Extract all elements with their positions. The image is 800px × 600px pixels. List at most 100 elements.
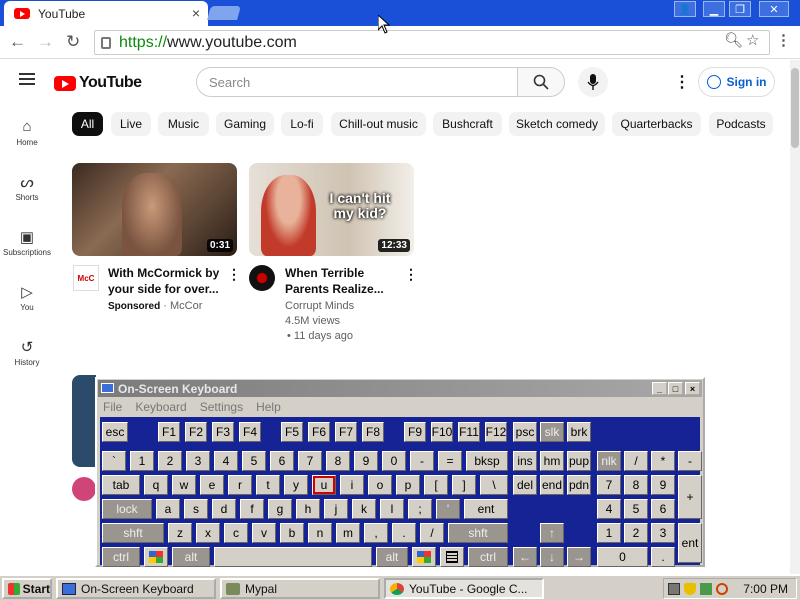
microphone-icon[interactable]	[578, 67, 608, 97]
key-r[interactable]: r	[228, 475, 252, 495]
key-s[interactable]: s	[184, 499, 208, 519]
key-right-windows[interactable]	[412, 547, 436, 567]
key-f6[interactable]: F6	[308, 422, 330, 442]
scrollbar-thumb[interactable]	[791, 68, 799, 148]
key-end[interactable]: end	[540, 475, 564, 495]
sidebar-item-history[interactable]: ↺ History	[0, 338, 54, 367]
key-slash[interactable]: /	[420, 523, 444, 543]
key-c[interactable]: c	[224, 523, 248, 543]
key-f4[interactable]: F4	[239, 422, 261, 442]
search-tray-icon[interactable]	[716, 582, 728, 595]
osk-close-button[interactable]: ×	[685, 382, 700, 395]
network-icon[interactable]	[700, 582, 712, 595]
key-num-0[interactable]: 0	[597, 547, 648, 567]
key-menu[interactable]	[440, 547, 464, 567]
key-z[interactable]: z	[168, 523, 192, 543]
key-num-3[interactable]: 3	[651, 523, 675, 543]
key-right-arrow[interactable]: →	[567, 547, 591, 567]
key-home[interactable]: hm	[540, 451, 564, 471]
search-input[interactable]: Search	[196, 67, 518, 97]
youtube-logo[interactable]: YouTube	[54, 74, 142, 92]
key-delete[interactable]: del	[513, 475, 537, 495]
sidebar-item-you[interactable]: ▷ You	[0, 283, 54, 312]
key-m[interactable]: m	[336, 523, 360, 543]
key-i[interactable]: i	[340, 475, 364, 495]
key-b[interactable]: b	[280, 523, 304, 543]
key-page-up[interactable]: pup	[567, 451, 591, 471]
key-f5[interactable]: F5	[281, 422, 303, 442]
key-num-8[interactable]: 8	[624, 475, 648, 495]
video-thumbnail[interactable]: I can't hit my kid? 12:33	[249, 163, 414, 256]
key-2[interactable]: 2	[158, 451, 182, 471]
key-num-plus[interactable]: +	[678, 475, 702, 519]
key-backspace[interactable]: bksp	[466, 451, 508, 471]
key-t[interactable]: t	[256, 475, 280, 495]
key-break[interactable]: brk	[567, 422, 591, 442]
key-f[interactable]: f	[240, 499, 264, 519]
sign-in-button[interactable]: Sign in	[698, 67, 775, 97]
sidebar-item-shorts[interactable]: ᔕ Shorts	[0, 173, 54, 202]
key-f9[interactable]: F9	[404, 422, 426, 442]
key-num-9[interactable]: 9	[651, 475, 675, 495]
key-up-arrow[interactable]: ↑	[540, 523, 564, 543]
key-minus[interactable]: -	[410, 451, 434, 471]
key-num-5[interactable]: 5	[624, 499, 648, 519]
key-f10[interactable]: F10	[431, 422, 453, 442]
key-f3[interactable]: F3	[212, 422, 234, 442]
browser-menu-icon[interactable]: ⋮	[776, 31, 791, 49]
page-scrollbar[interactable]	[790, 60, 800, 574]
key-scroll-lock[interactable]: slk	[540, 422, 564, 442]
start-button[interactable]: Start	[2, 578, 52, 599]
key-right-ctrl[interactable]: ctrl	[468, 547, 508, 567]
forward-arrow-icon[interactable]: →	[37, 32, 54, 52]
key-esc[interactable]: esc	[102, 422, 128, 442]
key-num-4[interactable]: 4	[597, 499, 621, 519]
chip-all[interactable]: All	[72, 112, 103, 136]
video-title[interactable]: With McCormick by your side for over...	[108, 265, 223, 297]
key-8[interactable]: 8	[326, 451, 350, 471]
keyboard-tray-icon[interactable]	[668, 582, 680, 595]
key-f2[interactable]: F2	[185, 422, 207, 442]
key-u[interactable]: u	[312, 475, 336, 495]
key-n[interactable]: n	[308, 523, 332, 543]
key-right-shift[interactable]: shft	[448, 523, 508, 543]
key-left-ctrl[interactable]: ctrl	[102, 547, 140, 567]
close-window-button[interactable]: ✕	[759, 1, 789, 17]
reload-icon[interactable]: ↻	[66, 32, 80, 52]
key-p[interactable]: p	[396, 475, 420, 495]
channel-avatar[interactable]	[72, 477, 96, 501]
channel-avatar[interactable]	[249, 265, 275, 291]
key-print-screen[interactable]: psc	[513, 422, 537, 442]
key-f8[interactable]: F8	[362, 422, 384, 442]
key-num-enter[interactable]: ent	[678, 523, 702, 563]
new-tab-button[interactable]	[207, 6, 241, 20]
chip-gaming[interactable]: Gaming	[216, 112, 274, 136]
key-f11[interactable]: F11	[458, 422, 480, 442]
taskbar-item-chrome[interactable]: YouTube - Google C...	[384, 578, 544, 599]
restore-button[interactable]: ❐	[729, 1, 751, 17]
security-shield-icon[interactable]	[684, 582, 696, 595]
menu-settings[interactable]: Settings	[200, 400, 243, 414]
key-caps-lock[interactable]: lock	[102, 499, 152, 519]
key-left-arrow[interactable]: ←	[513, 547, 537, 567]
key-num-2[interactable]: 2	[624, 523, 648, 543]
key-e[interactable]: e	[200, 475, 224, 495]
key-3[interactable]: 3	[186, 451, 210, 471]
key-q[interactable]: q	[144, 475, 168, 495]
key-left-windows[interactable]	[144, 547, 168, 567]
key-left-alt[interactable]: alt	[172, 547, 210, 567]
key-backslash[interactable]: \	[480, 475, 508, 495]
key-7[interactable]: 7	[298, 451, 322, 471]
chip-quarterbacks[interactable]: Quarterbacks	[612, 112, 701, 136]
taskbar-item-on-screen-keyboard[interactable]: On-Screen Keyboard	[56, 578, 216, 599]
address-bar[interactable]: https://www.youtube.com	[94, 30, 770, 55]
chip-music[interactable]: Music	[158, 112, 209, 136]
key-num-multiply[interactable]: *	[651, 451, 675, 471]
key-d[interactable]: d	[212, 499, 236, 519]
key-4[interactable]: 4	[214, 451, 238, 471]
key-num-divide[interactable]: /	[624, 451, 648, 471]
key-period[interactable]: .	[392, 523, 416, 543]
key-comma[interactable]: ,	[364, 523, 388, 543]
osk-minimize-button[interactable]: _	[652, 382, 667, 395]
zoom-icon[interactable]: 🔍︎	[724, 31, 743, 49]
